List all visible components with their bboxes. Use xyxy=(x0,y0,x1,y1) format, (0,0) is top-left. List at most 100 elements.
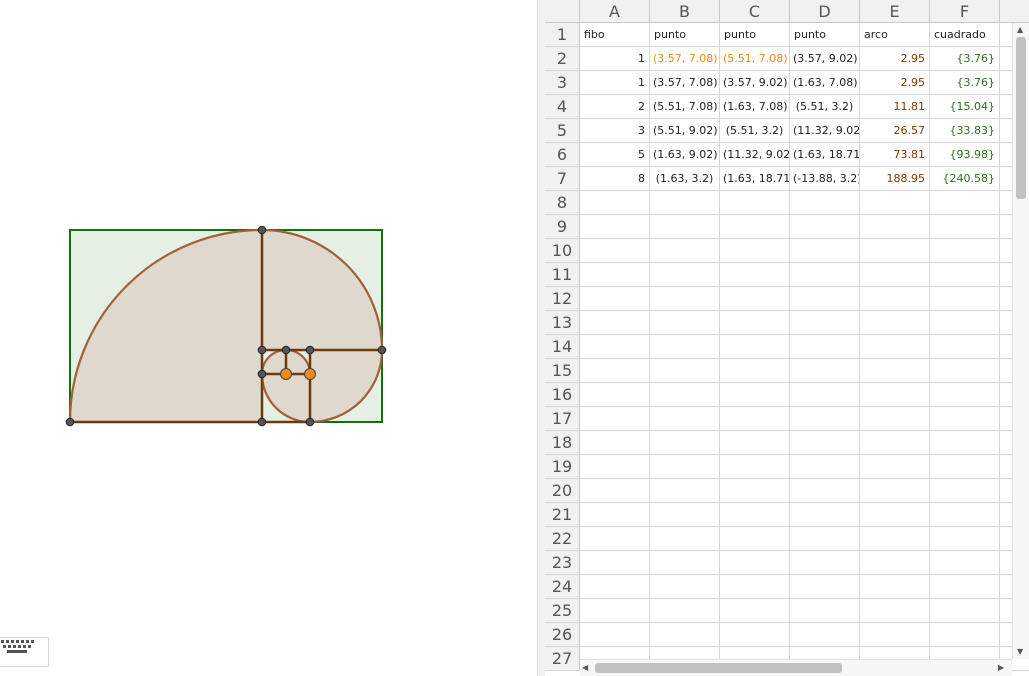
cell[interactable] xyxy=(860,551,930,575)
cell[interactable]: (1.63, 3.2) xyxy=(650,167,720,191)
row-header-14[interactable]: 14 xyxy=(545,335,580,359)
cell[interactable] xyxy=(790,191,860,215)
cell[interactable]: {3.76} xyxy=(930,71,1000,95)
column-header-d[interactable]: D xyxy=(790,0,860,23)
cell[interactable] xyxy=(580,407,650,431)
cell[interactable]: 5 xyxy=(580,143,650,167)
cell[interactable] xyxy=(930,575,1000,599)
row-header-5[interactable]: 5 xyxy=(545,119,580,143)
scroll-right-arrow[interactable]: ▶ xyxy=(998,663,1004,673)
cell[interactable] xyxy=(650,479,720,503)
cell[interactable] xyxy=(720,215,790,239)
cell[interactable]: (5.51, 9.02) xyxy=(650,119,720,143)
cell[interactable]: punto xyxy=(650,23,720,47)
cell[interactable]: arco xyxy=(860,23,930,47)
cell[interactable] xyxy=(790,455,860,479)
cell[interactable]: (5.51, 3.2) xyxy=(790,95,860,119)
row-header-13[interactable]: 13 xyxy=(545,311,580,335)
cell[interactable] xyxy=(860,503,930,527)
cell[interactable]: {93.98} xyxy=(930,143,1000,167)
cell[interactable] xyxy=(650,503,720,527)
cell[interactable] xyxy=(930,479,1000,503)
row-header-24[interactable]: 24 xyxy=(545,575,580,599)
cell[interactable] xyxy=(650,215,720,239)
cell[interactable] xyxy=(860,359,930,383)
keyboard-button[interactable] xyxy=(0,637,49,667)
cell[interactable]: (3.57, 7.08) xyxy=(650,47,720,71)
cell[interactable] xyxy=(860,455,930,479)
point[interactable] xyxy=(257,345,267,355)
cell[interactable] xyxy=(860,191,930,215)
cell[interactable] xyxy=(650,359,720,383)
cell[interactable] xyxy=(580,311,650,335)
cell[interactable] xyxy=(790,431,860,455)
cell[interactable]: 2.95 xyxy=(860,71,930,95)
column-header-b[interactable]: B xyxy=(650,0,720,23)
cell[interactable]: 8 xyxy=(580,167,650,191)
cell[interactable] xyxy=(580,239,650,263)
cell[interactable]: (3.57, 7.08) xyxy=(650,71,720,95)
cell[interactable] xyxy=(650,575,720,599)
cell[interactable]: punto xyxy=(790,23,860,47)
cell[interactable]: (3.57, 9.02) xyxy=(720,71,790,95)
cell[interactable] xyxy=(860,263,930,287)
cell[interactable] xyxy=(930,263,1000,287)
cell[interactable] xyxy=(720,455,790,479)
cell[interactable]: 2.95 xyxy=(860,47,930,71)
row-header-1[interactable]: 1 xyxy=(545,23,580,47)
view-splitter[interactable] xyxy=(537,0,545,676)
cell[interactable] xyxy=(580,575,650,599)
cell[interactable] xyxy=(580,191,650,215)
cell[interactable] xyxy=(860,383,930,407)
cell[interactable]: (11.32, 9.02 xyxy=(790,119,860,143)
cell[interactable] xyxy=(580,527,650,551)
cell[interactable] xyxy=(580,623,650,647)
cell[interactable] xyxy=(790,263,860,287)
cell[interactable] xyxy=(720,575,790,599)
cell[interactable] xyxy=(650,527,720,551)
cell[interactable] xyxy=(930,407,1000,431)
cell[interactable] xyxy=(930,311,1000,335)
cell[interactable] xyxy=(720,479,790,503)
cell[interactable] xyxy=(720,335,790,359)
row-header-21[interactable]: 21 xyxy=(545,503,580,527)
column-header-a[interactable]: A xyxy=(580,0,650,23)
cell[interactable]: 188.95 xyxy=(860,167,930,191)
point[interactable] xyxy=(305,417,315,427)
cell[interactable]: (1.63, 18.71 xyxy=(790,143,860,167)
cell[interactable] xyxy=(860,527,930,551)
cell[interactable]: 3 xyxy=(580,119,650,143)
cell[interactable] xyxy=(650,455,720,479)
cell[interactable]: {33.83} xyxy=(930,119,1000,143)
cell[interactable] xyxy=(580,383,650,407)
point[interactable] xyxy=(257,369,267,379)
column-header-f[interactable]: F xyxy=(930,0,1000,23)
cell[interactable] xyxy=(860,407,930,431)
cell[interactable] xyxy=(650,335,720,359)
cell[interactable] xyxy=(790,383,860,407)
cell[interactable] xyxy=(720,431,790,455)
cell[interactable] xyxy=(860,575,930,599)
cell[interactable] xyxy=(860,335,930,359)
row-header-23[interactable]: 23 xyxy=(545,551,580,575)
cell[interactable] xyxy=(790,287,860,311)
scroll-down-arrow[interactable]: ▼ xyxy=(1017,647,1023,657)
cell[interactable] xyxy=(720,407,790,431)
row-header-2[interactable]: 2 xyxy=(545,47,580,71)
cell[interactable] xyxy=(720,527,790,551)
row-header-12[interactable]: 12 xyxy=(545,287,580,311)
row-header-27[interactable]: 27 xyxy=(545,647,580,671)
cell[interactable] xyxy=(860,431,930,455)
cell[interactable] xyxy=(580,215,650,239)
point[interactable] xyxy=(377,345,387,355)
cell[interactable] xyxy=(720,287,790,311)
cell[interactable]: (11.32, 9.02 xyxy=(720,143,790,167)
cell[interactable]: (3.57, 9.02) xyxy=(790,47,860,71)
row-header-20[interactable]: 20 xyxy=(545,479,580,503)
cell[interactable] xyxy=(650,431,720,455)
cell[interactable] xyxy=(930,287,1000,311)
cell[interactable] xyxy=(790,503,860,527)
row-header-19[interactable]: 19 xyxy=(545,455,580,479)
cell[interactable] xyxy=(580,263,650,287)
cell[interactable]: 2 xyxy=(580,95,650,119)
